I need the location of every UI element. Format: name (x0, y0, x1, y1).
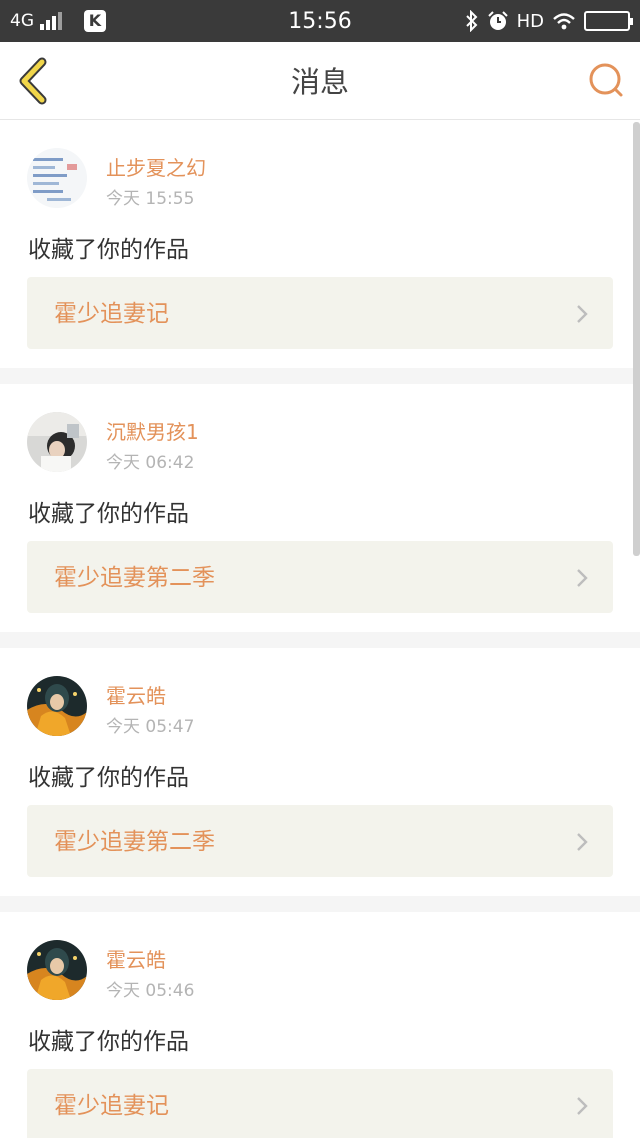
message-time: 今天 06:42 (106, 453, 195, 473)
alarm-icon (487, 11, 508, 30)
work-title: 霍少追妻记 (54, 1093, 169, 1119)
message-text: 收藏了你的作品 (28, 765, 189, 791)
search-icon (589, 63, 623, 97)
chevron-right-icon (577, 569, 588, 587)
message-text: 收藏了你的作品 (28, 1029, 189, 1055)
back-button[interactable] (14, 56, 58, 106)
work-link[interactable]: 霍少追妻记 (27, 277, 613, 349)
message-card: 止步夏之幻 今天 15:55 收藏了你的作品 霍少追妻记 (0, 120, 640, 368)
wifi-icon (553, 13, 575, 30)
scrollbar[interactable] (633, 122, 640, 556)
chevron-right-icon (577, 1097, 588, 1115)
user-name[interactable]: 沉默男孩1 (106, 416, 199, 445)
message-time: 今天 05:46 (106, 981, 195, 1001)
avatar[interactable] (27, 940, 87, 1000)
work-link[interactable]: 霍少追妻记 (27, 1069, 613, 1138)
work-title: 霍少追妻记 (54, 301, 169, 327)
avatar[interactable] (27, 676, 87, 736)
chevron-left-icon (19, 57, 47, 105)
avatar[interactable] (27, 412, 87, 472)
user-name[interactable]: 霍云皓 (106, 680, 166, 709)
hd-indicator: HD (516, 10, 544, 32)
message-time: 今天 05:47 (106, 717, 195, 737)
status-bar: 4G K 15:56 HD (0, 0, 640, 42)
message-card: 霍云皓 今天 05:46 收藏了你的作品 霍少追妻记 (0, 912, 640, 1138)
work-link[interactable]: 霍少追妻第二季 (27, 805, 613, 877)
message-card: 霍云皓 今天 05:47 收藏了你的作品 霍少追妻第二季 (0, 648, 640, 896)
page-title: 消息 (290, 65, 349, 99)
chevron-right-icon (577, 305, 588, 323)
search-button[interactable] (586, 60, 628, 102)
battery-icon (584, 11, 633, 31)
message-text: 收藏了你的作品 (28, 237, 189, 263)
bluetooth-icon (465, 10, 478, 32)
work-title: 霍少追妻第二季 (54, 565, 215, 591)
avatar[interactable] (27, 148, 87, 208)
message-text: 收藏了你的作品 (28, 501, 189, 527)
header-bar: 消息 (0, 42, 640, 120)
message-list[interactable]: 止步夏之幻 今天 15:55 收藏了你的作品 霍少追妻记 沉默男孩1 今天 06… (0, 120, 640, 1138)
work-link[interactable]: 霍少追妻第二季 (27, 541, 613, 613)
chevron-right-icon (577, 833, 588, 851)
user-name[interactable]: 止步夏之幻 (106, 152, 206, 181)
user-name[interactable]: 霍云皓 (106, 944, 166, 973)
work-title: 霍少追妻第二季 (54, 829, 215, 855)
status-right: HD (465, 0, 633, 42)
message-card: 沉默男孩1 今天 06:42 收藏了你的作品 霍少追妻第二季 (0, 384, 640, 632)
message-time: 今天 15:55 (106, 189, 195, 209)
